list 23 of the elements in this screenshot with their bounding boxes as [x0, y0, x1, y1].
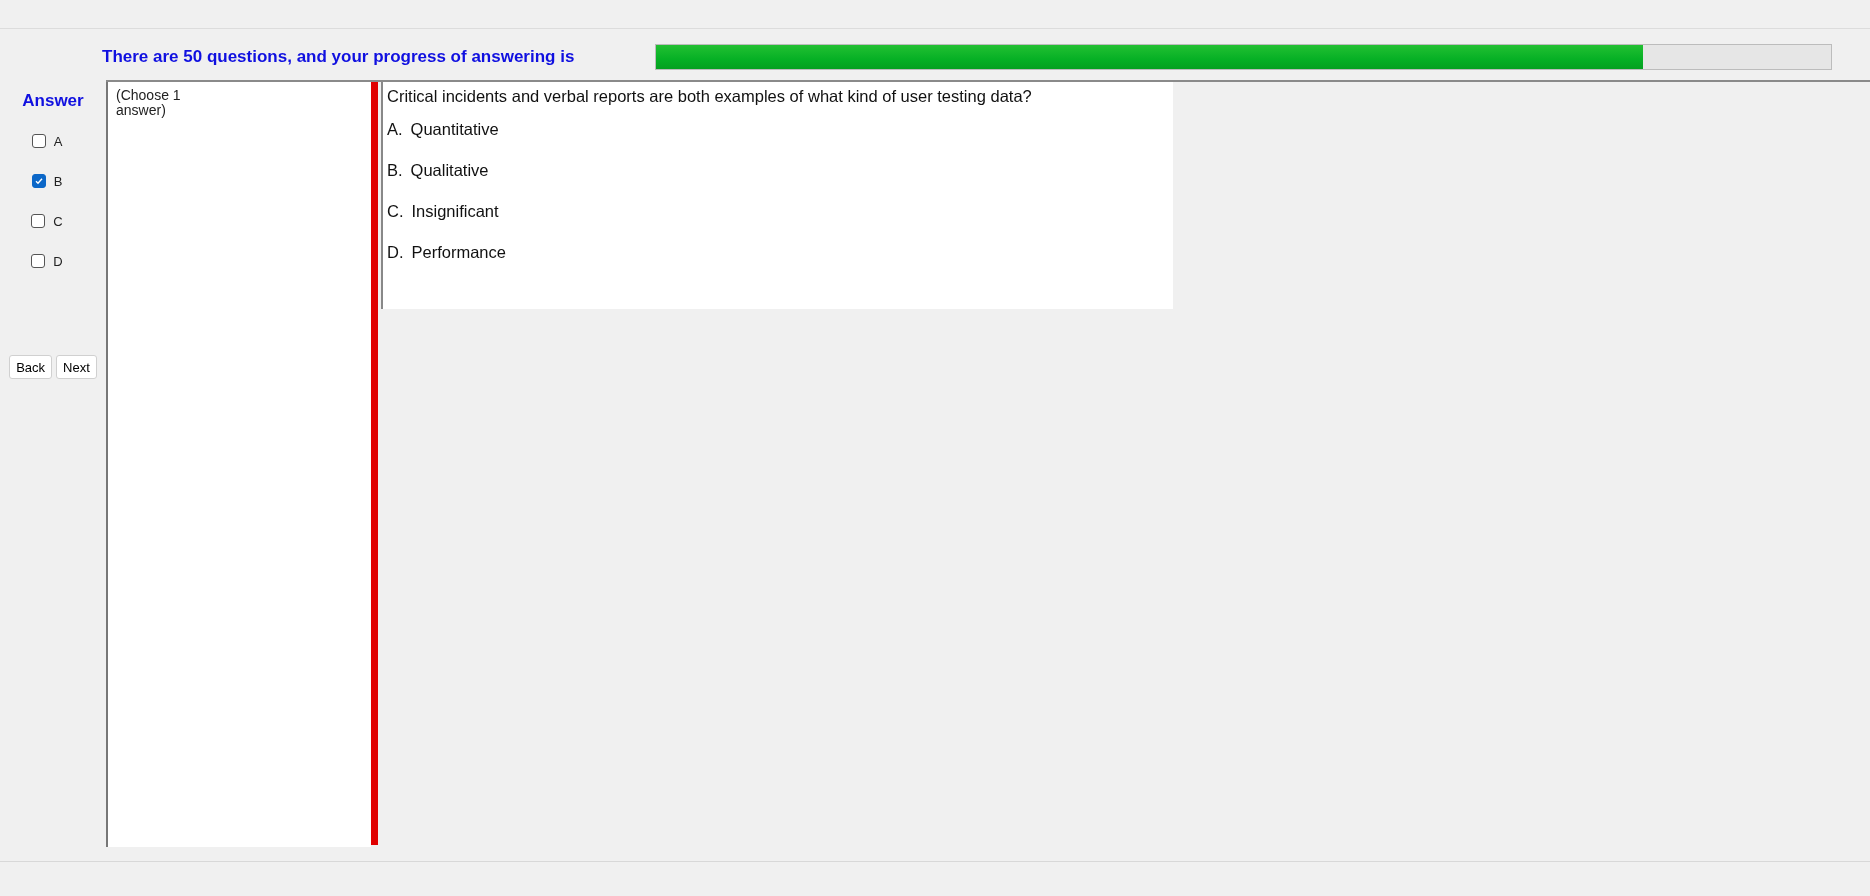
- choice-letter: B.: [387, 161, 403, 181]
- checkbox-label: A: [53, 133, 63, 149]
- choice-letter: C.: [387, 202, 404, 222]
- choice-text: Performance: [411, 243, 506, 263]
- checkbox[interactable]: [31, 134, 46, 148]
- next-button[interactable]: Next: [56, 355, 97, 379]
- checkbox-label: B: [53, 173, 63, 189]
- checkbox-label: C: [53, 213, 63, 229]
- checkbox[interactable]: [31, 254, 46, 268]
- choice-text: Quantitative: [410, 120, 499, 140]
- back-button[interactable]: Back: [9, 355, 53, 379]
- choice-letter: A.: [387, 120, 403, 140]
- checkbox[interactable]: [31, 174, 46, 188]
- checkbox[interactable]: [31, 214, 46, 228]
- check-icon: [33, 176, 44, 186]
- question-text: Critical incidents and verbal reports are both examples of what kind of user testing data?: [387, 87, 1033, 106]
- progress-label: There are 50 questions, and your progress of answering is: [102, 47, 576, 67]
- choice-letter: D.: [387, 243, 404, 263]
- choice-text: Insignificant: [411, 202, 499, 222]
- instruction-text: (Choose 1 answer): [116, 88, 182, 118]
- answer-heading: Answer: [22, 91, 84, 111]
- choice-text: Qualitative: [410, 161, 489, 181]
- checkbox-label: D: [53, 253, 63, 269]
